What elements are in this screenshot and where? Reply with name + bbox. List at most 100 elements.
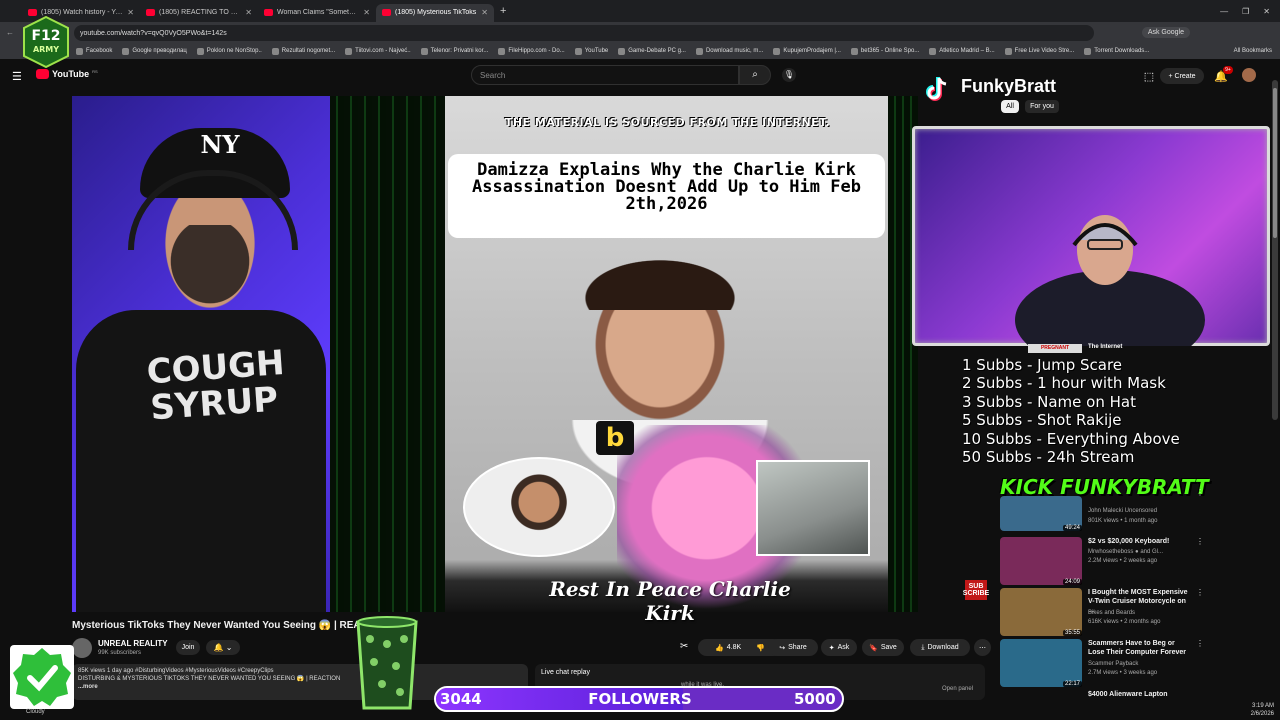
open-panel-button[interactable]: Open panel [942,686,973,692]
video-title: Mysterious TikToks They Never Wanted You… [72,620,374,631]
bookmark-item[interactable]: YouTube [574,47,608,55]
window-close-icon[interactable]: ✕ [1263,7,1270,16]
bookmark-item[interactable]: Facebook [76,47,112,55]
avatar[interactable] [1242,68,1256,82]
clip-subject-hair [565,250,755,310]
pregnant-label: PREGNANT [1028,344,1082,353]
description-meta: 85K views 1 day ago #DisturbingVideos #M… [78,668,274,674]
channel-name[interactable]: UNREAL REALITY [98,639,168,648]
video-thumbnail[interactable] [1000,537,1082,585]
new-tab-icon[interactable]: + [500,5,506,17]
bookmark-item[interactable]: Free Live Video Stre... [1004,47,1074,55]
mic-icon[interactable]: 🎙 [782,68,796,82]
bookmarks-bar: Facebook Google преводилац Poklon ne NonSt… [0,43,1280,59]
search-button[interactable]: ⌕ [739,65,771,85]
video-thumbnail[interactable] [1000,639,1082,687]
bookmark-favicon-icon [420,47,428,55]
duration-badge: 22:17 [1062,681,1082,687]
video-thumbnail[interactable] [1000,588,1082,636]
close-icon[interactable]: ✕ [245,8,252,17]
like-icon[interactable]: 👍 [715,644,724,652]
save-label: Save [880,644,897,651]
more-options-icon[interactable]: ⋮ [1196,639,1204,648]
bookmark-favicon-icon [850,47,858,55]
ask-button[interactable]: ✦ Ask [821,639,857,656]
subscribe-badge[interactable]: SUB SCRIBE [963,580,989,600]
video-title[interactable]: $4000 Alienware Lapton [1088,690,1193,699]
bookmark-item[interactable]: Torrent Downloads... [1084,47,1150,55]
top-video-title[interactable]: The Internet [1088,344,1122,350]
youtube-icon [146,9,155,16]
clip-icon[interactable]: ✂ [680,641,688,652]
scrollbar-thumb[interactable] [1273,88,1277,238]
maximize-icon[interactable]: ❐ [1242,7,1249,16]
list-item[interactable]: 24:09 $2 vs $20,000 Keyboard! Mrwhosethe… [1000,537,1204,587]
tab-label: (1805) Watch history - YouTube [41,9,124,16]
browser-tab-4-active[interactable]: (1805) Mysterious TikToks ✕ [376,3,494,22]
close-icon[interactable]: ✕ [481,8,488,17]
subscribe-bell-button[interactable]: 🔔 ⌄ [206,640,240,655]
back-icon[interactable]: ← [6,28,14,37]
channel-name[interactable]: Bikes and Beards [1088,610,1135,616]
more-options-icon[interactable]: ⋮ [1196,488,1204,497]
list-item[interactable]: 22:17 Scammers Have to Beg or Lose Their… [1000,639,1204,689]
hamburger-menu-icon[interactable]: ☰ [12,70,22,83]
video-title[interactable]: Scammers Have to Beg or Lose Their Compu… [1088,639,1193,657]
system-clock[interactable]: 3:19 AM 2/6/2026 [1180,700,1280,720]
save-button[interactable]: 🔖 Save [862,639,904,656]
bookmark-favicon-icon [773,47,781,55]
browser-tab-2[interactable]: (1805) REACTING TO UNEXPLAI ✕ [140,4,258,22]
download-button[interactable]: ⤓ Download [910,639,970,656]
cast-icon[interactable]: ⬚ [1142,70,1156,84]
channel-avatar[interactable] [72,638,92,658]
browser-tab-3[interactable]: Woman Claims "Something Sin✕ [258,4,376,22]
list-item[interactable]: $4000 Alienware Lapton [1000,690,1200,700]
bookmark-item[interactable]: Telenor: Privatni kor... [420,47,488,55]
video-title[interactable]: $2 vs $20,000 Keyboard! [1088,537,1193,546]
sparkle-icon: ✦ [828,644,835,652]
bookmark-item[interactable]: Tiitovi.com - Najveć.. [345,47,411,55]
dislike-icon[interactable]: 👎 [756,644,765,652]
bookmark-icon: 🔖 [869,644,878,652]
more-options-icon[interactable]: ⋮ [1196,537,1204,546]
list-item[interactable]: 35:55 I Bought the MOST Expensive V-Twin… [1000,588,1204,638]
channel-name[interactable]: John Malecki Uncensored [1088,508,1157,514]
bookmark-item[interactable]: Game-Debate PC g... [618,47,686,55]
all-bookmarks-button[interactable]: All Bookmarks [1234,48,1280,54]
channel-name[interactable]: Scammer Payback [1088,661,1138,667]
bookmark-item[interactable]: Atletico Madrid – B... [929,47,995,55]
chip-for-you[interactable]: For you [1025,100,1059,113]
close-icon[interactable]: ✕ [363,8,370,17]
goal-line: 5 Subbs - Shot Rakije [962,411,1122,430]
list-item[interactable]: 49:24 John Malecki Uncensored 801K views… [1000,483,1204,533]
chip-all[interactable]: All [1001,100,1019,113]
bookmark-label: Poklon ne NonStop.. [206,48,262,54]
more-options-icon[interactable]: ⋮ [1196,588,1204,597]
join-button[interactable]: Join [176,640,200,655]
share-icon: ↪ [779,644,786,652]
bookmark-item[interactable]: Download music, m... [695,47,763,55]
verified-check-overlay [10,645,74,709]
subscriber-count: 99K subscribers [98,650,142,656]
close-icon[interactable]: ✕ [127,8,134,17]
create-button[interactable]: + Create [1160,68,1204,84]
bookmark-item[interactable]: Google преводилац [122,47,187,55]
ask-google-button[interactable]: Ask Google [1141,27,1190,38]
bookmark-item[interactable]: FileHippo.com - Do... [498,47,565,55]
goal-line: 1 Subbs - Jump Scare [962,356,1123,374]
url-field[interactable]: youtube.com/watch?v=qvQ0VyO5PWo&t=142s [74,25,1094,41]
channel-name[interactable]: Mrwhosetheboss ● and Gl... [1088,549,1163,555]
bookmark-favicon-icon [618,47,626,55]
youtube-logo[interactable]: YouTube RS [36,69,98,79]
plus-icon: + [1168,72,1173,80]
share-button[interactable]: ↪ Share [768,639,818,656]
like-count[interactable]: 4.8K [727,644,741,651]
bookmark-label: Torrent Downloads... [1094,48,1150,54]
bookmark-item[interactable]: KupujemProdajem |... [773,47,841,55]
search-input[interactable]: Search [471,65,739,85]
more-actions-button[interactable]: ⋯ [974,639,991,656]
bookmark-item[interactable]: Poklon ne NonStop.. [196,47,262,55]
minimize-icon[interactable]: — [1220,7,1228,16]
bookmark-item[interactable]: bet365 - Online Spo... [850,47,919,55]
bookmark-item[interactable]: Rezultati nogomet... [271,47,335,55]
